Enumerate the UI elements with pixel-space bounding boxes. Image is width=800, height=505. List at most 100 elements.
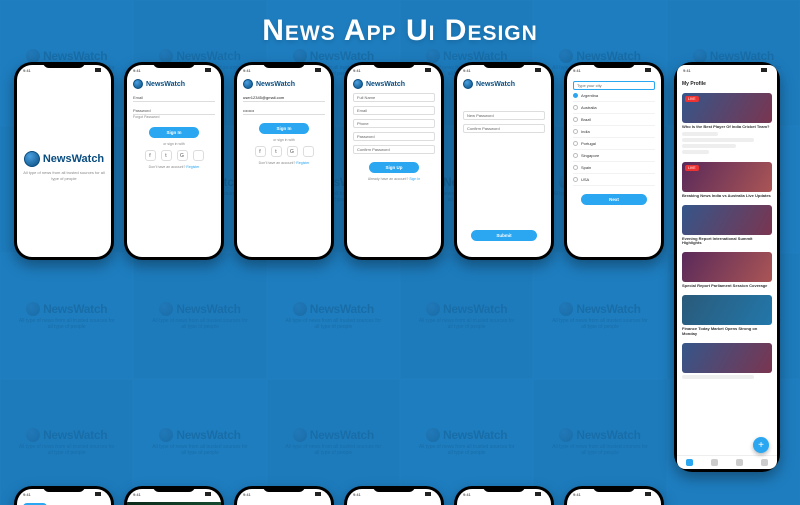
sign-in-prompt: Already have an account? Sign In: [353, 177, 435, 181]
mock-settings: 9:41 Settings 👤My Profile #My Tags 🔔Noti…: [344, 486, 444, 505]
mock-select-country: 9:41 Type your city Argentina Australia …: [564, 62, 664, 260]
mock-create-post: 9:41 Add Caption Add text here Post: [454, 486, 554, 505]
brand-name: NewsWatch: [43, 153, 104, 165]
apple-icon[interactable]: [193, 150, 204, 161]
news-thumb[interactable]: LIVE: [682, 162, 772, 192]
password-field[interactable]: Password: [133, 107, 215, 115]
globe-icon: [243, 79, 253, 89]
screen-title: My Profile: [682, 81, 772, 87]
next-button[interactable]: Next: [581, 194, 647, 205]
register-link[interactable]: Register: [296, 161, 309, 165]
notch-icon: [43, 486, 85, 492]
sign-in-button[interactable]: Sign In: [259, 123, 309, 134]
app-logo: NewsWatch: [24, 151, 104, 167]
sign-in-button[interactable]: Sign In: [149, 127, 199, 138]
list-item[interactable]: India: [573, 126, 655, 138]
notch-icon: [373, 62, 415, 68]
register-link[interactable]: Register: [186, 165, 199, 169]
app-logo: NewsWatch: [463, 79, 545, 89]
notch-icon: [593, 486, 635, 492]
notch-icon: [483, 62, 525, 68]
app-logo: NewsWatch: [243, 79, 325, 89]
divider-text: or sign in with: [133, 142, 215, 146]
globe-icon: [463, 79, 473, 89]
mock-discover: 9:41 Popular Tags Technology Politics Li…: [234, 486, 334, 505]
phone-field[interactable]: Phone: [353, 119, 435, 128]
list-item[interactable]: Singapore: [573, 150, 655, 162]
confirm-password-field[interactable]: Confirm Password: [463, 124, 545, 133]
divider-text: or sign in with: [243, 138, 325, 142]
list-item[interactable]: Spain: [573, 162, 655, 174]
news-thumb[interactable]: [682, 252, 772, 282]
notch-icon: [153, 62, 195, 68]
mock-create-account: 9:41 NewsWatch Full Name Email Phone Pas…: [344, 62, 444, 260]
list-item[interactable]: Finance Today Market Opens Strong on Mon…: [682, 327, 772, 337]
register-prompt: Don't have an account? Register: [133, 165, 215, 169]
mock-home: 9:41 Trending LIVE Who Is the Best Playe…: [14, 486, 114, 505]
notch-icon: [373, 486, 415, 492]
row-2: 9:41 Trending LIVE Who Is the Best Playe…: [14, 486, 786, 505]
headline: Who Is the Best Player Of India Cricket …: [682, 125, 772, 130]
sign-in-link[interactable]: Sign In: [409, 177, 420, 181]
tab-search[interactable]: [711, 459, 718, 466]
sign-up-button[interactable]: Sign Up: [369, 162, 419, 173]
notch-icon: [153, 486, 195, 492]
notch-icon: [593, 62, 635, 68]
brand-tagline: All type of news from all trusted source…: [23, 170, 105, 180]
twitter-icon[interactable]: t: [161, 150, 172, 161]
globe-icon: [24, 151, 40, 167]
google-icon[interactable]: G: [287, 146, 298, 157]
live-badge: LIVE: [685, 96, 699, 102]
news-hero-image[interactable]: LIVE: [682, 93, 772, 123]
globe-icon: [133, 79, 143, 89]
news-thumb[interactable]: [682, 295, 772, 325]
list-item[interactable]: Australia: [573, 102, 655, 114]
mock-feed-long: 9:41 My Profile LIVE Who Is the Best Pla…: [674, 62, 780, 472]
confirm-password-field[interactable]: Confirm Password: [353, 145, 435, 154]
app-logo: NewsWatch: [353, 79, 435, 89]
row-1: 9:41 NewsWatch All type of news from all…: [14, 62, 786, 472]
mock-reset-password: 9:41 NewsWatch New Password Confirm Pass…: [454, 62, 554, 260]
search-input[interactable]: Type your city: [573, 81, 655, 90]
facebook-icon[interactable]: f: [145, 150, 156, 161]
app-logo: NewsWatch: [133, 79, 215, 89]
twitter-icon[interactable]: t: [271, 146, 282, 157]
list-item[interactable]: Portugal: [573, 138, 655, 150]
submit-button[interactable]: Submit: [471, 230, 537, 241]
news-thumb[interactable]: [682, 205, 772, 235]
register-prompt: Don't have an account? Register: [243, 161, 325, 165]
mockup-rows: 9:41 NewsWatch All type of news from all…: [14, 62, 786, 493]
fab-add-button[interactable]: +: [753, 437, 769, 453]
new-password-field[interactable]: New Password: [463, 111, 545, 120]
password-field[interactable]: Password: [353, 132, 435, 141]
showcase-title: News App Ui Design: [0, 14, 800, 48]
mock-sign-in-filled: 9:41 NewsWatch user12345@gmail.com •••••…: [234, 62, 334, 260]
social-row: f t G: [133, 150, 215, 161]
list-item[interactable]: Breaking News India vs Australia Live Up…: [682, 194, 772, 199]
tab-bookmarks[interactable]: [736, 459, 743, 466]
list-item[interactable]: Special Report Parliament Session Covera…: [682, 284, 772, 289]
mock-profile-edit: 9:41 👤 Full Name Email Phone Change Pass…: [564, 486, 664, 505]
list-item[interactable]: Evening Report International Summit High…: [682, 237, 772, 247]
social-row: f t G: [243, 146, 325, 157]
list-item[interactable]: Argentina: [573, 90, 655, 102]
list-item[interactable]: Brazil: [573, 114, 655, 126]
apple-icon[interactable]: [303, 146, 314, 157]
email-field[interactable]: Email: [353, 106, 435, 115]
email-field[interactable]: Email: [133, 94, 215, 102]
forgot-password-link[interactable]: Forgot Password: [133, 115, 215, 119]
tab-profile[interactable]: [761, 459, 768, 466]
news-thumb[interactable]: [682, 343, 772, 373]
notch-icon: [43, 62, 85, 68]
password-field[interactable]: ••••••••: [243, 107, 325, 115]
tab-home[interactable]: [686, 459, 693, 466]
showcase-stage: // placeholder; cells generated below st…: [0, 0, 800, 505]
email-field[interactable]: user12345@gmail.com: [243, 94, 325, 102]
mock-splash: 9:41 NewsWatch All type of news from all…: [14, 62, 114, 260]
facebook-icon[interactable]: f: [255, 146, 266, 157]
list-item[interactable]: USA: [573, 174, 655, 186]
tab-bar: [677, 455, 777, 469]
google-icon[interactable]: G: [177, 150, 188, 161]
mock-article: 9:41 Mexico's population nears a 130M am…: [124, 486, 224, 505]
full-name-field[interactable]: Full Name: [353, 93, 435, 102]
